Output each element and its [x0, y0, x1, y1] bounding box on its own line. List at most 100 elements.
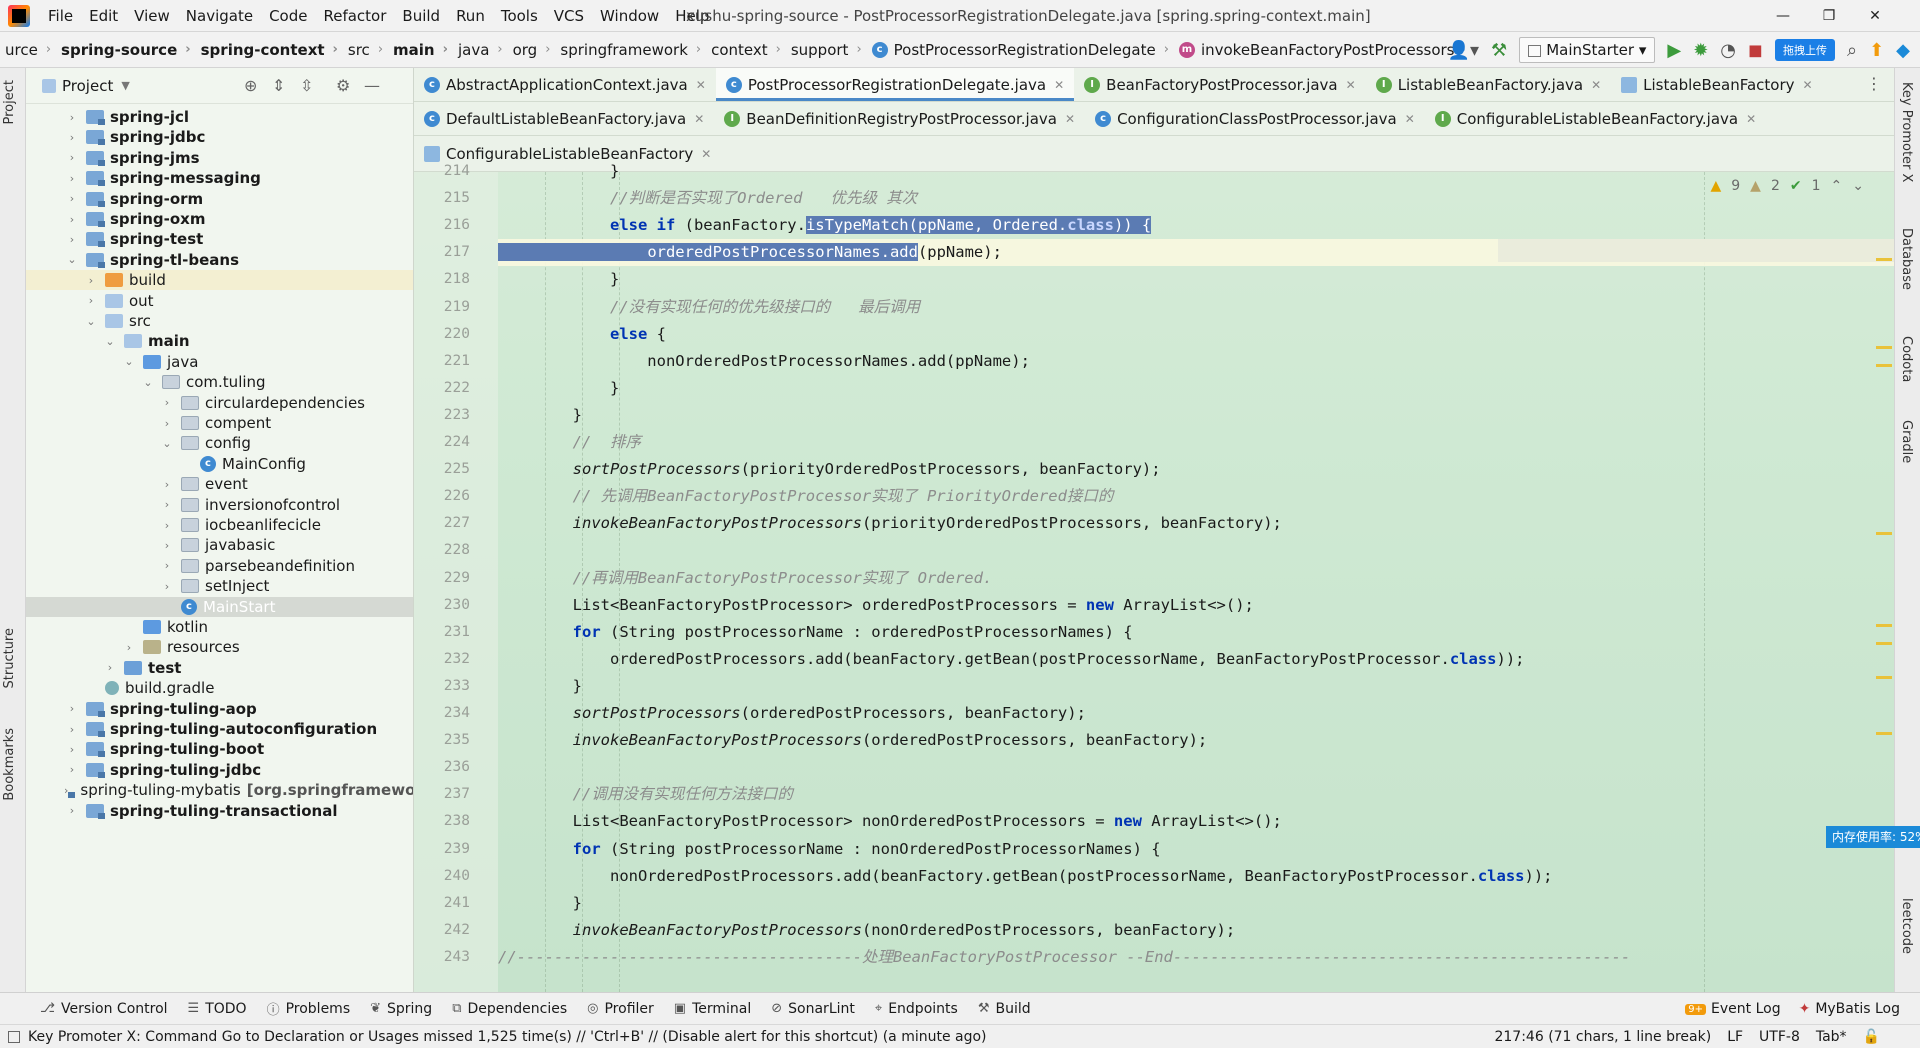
- chevron-right-icon[interactable]: ›: [159, 417, 175, 430]
- line-number[interactable]: 217: [414, 239, 470, 266]
- tree-item[interactable]: › test: [26, 658, 413, 678]
- chevron-right-icon[interactable]: ›: [64, 192, 80, 205]
- tree-item[interactable]: › javabasic: [26, 535, 413, 555]
- error-stripe-mark[interactable]: [1876, 624, 1892, 627]
- code-line[interactable]: 238 List<BeanFactoryPostProcessor> nonOr…: [444, 808, 1894, 835]
- coverage-icon[interactable]: ◔: [1720, 40, 1736, 61]
- chevron-right-icon[interactable]: ›: [159, 396, 175, 409]
- chevron-right-icon[interactable]: ›: [64, 233, 80, 246]
- hammer-build-icon[interactable]: ⚒: [1491, 40, 1507, 61]
- code-line[interactable]: 227 invokeBeanFactoryPostProcessors(prio…: [444, 510, 1894, 537]
- chevron-right-icon[interactable]: ›: [64, 763, 80, 776]
- code-line[interactable]: 242 invokeBeanFactoryPostProcessors(nonO…: [444, 917, 1894, 944]
- tree-item[interactable]: › spring-tuling-autoconfiguration: [26, 719, 413, 739]
- tree-item[interactable]: ⌄ java: [26, 352, 413, 372]
- upload-badge[interactable]: 拖拽上传: [1774, 39, 1835, 61]
- menu-edit[interactable]: Edit: [81, 0, 126, 31]
- tool-window-build[interactable]: ⚒ Build: [968, 1001, 1041, 1017]
- leetcode-tool-tab[interactable]: leetcode: [1899, 898, 1914, 954]
- caret-position[interactable]: 217:46 (71 chars, 1 line break): [1494, 1029, 1711, 1045]
- line-number[interactable]: 224: [414, 429, 470, 456]
- chevron-down-icon[interactable]: ▼: [121, 79, 129, 92]
- close-tab-icon[interactable]: ✕: [1054, 78, 1064, 92]
- close-tab-icon[interactable]: ✕: [1803, 78, 1813, 92]
- line-number[interactable]: 219: [414, 294, 470, 321]
- line-number[interactable]: 235: [414, 727, 470, 754]
- chevron-right-icon[interactable]: ›: [83, 274, 99, 287]
- tree-item[interactable]: › spring-messaging: [26, 168, 413, 188]
- breadcrumb-item[interactable]: m invokeBeanFactoryPostProcessors: [1174, 41, 1460, 59]
- editor-tab[interactable]: I ConfigurableListableBeanFactory.java ✕: [1425, 102, 1766, 135]
- editor-tab[interactable]: c PostProcessorRegistrationDelegate.java ✕: [715, 68, 1075, 101]
- code-line[interactable]: 220 else {: [444, 321, 1894, 348]
- error-stripe-mark[interactable]: [1876, 642, 1892, 645]
- code-line[interactable]: 243//-----------------------------------…: [444, 944, 1894, 971]
- close-tab-icon[interactable]: ✕: [1346, 78, 1356, 92]
- gradle-tool-tab[interactable]: Gradle: [1899, 420, 1914, 463]
- tree-item[interactable]: › spring-jdbc: [26, 127, 413, 147]
- line-number[interactable]: 218: [414, 266, 470, 293]
- code-line[interactable]: 228: [444, 537, 1894, 564]
- chevron-right-icon[interactable]: ›: [159, 580, 175, 593]
- code-line[interactable]: 218 }: [444, 266, 1894, 293]
- code-line[interactable]: 219 //没有实现任何的优先级接口的 最后调用: [444, 294, 1894, 321]
- tree-item[interactable]: › spring-jms: [26, 148, 413, 168]
- lock-icon[interactable]: 🔓: [1863, 1029, 1880, 1045]
- breadcrumb-item[interactable]: src ›: [343, 41, 388, 59]
- chevron-right-icon[interactable]: ›: [64, 131, 80, 144]
- project-tool-tab[interactable]: Project: [2, 80, 17, 124]
- breadcrumb-item[interactable]: urce ›: [0, 41, 56, 59]
- line-number[interactable]: 233: [414, 673, 470, 700]
- breadcrumb-item[interactable]: context ›: [706, 41, 786, 59]
- tree-item[interactable]: › spring-tuling-mybatis [org.springframewo: [26, 780, 413, 800]
- breadcrumb-item[interactable]: springframework ›: [555, 41, 706, 59]
- line-number[interactable]: 228: [414, 537, 470, 564]
- tree-item[interactable]: kotlin: [26, 617, 413, 637]
- line-number[interactable]: 239: [414, 836, 470, 863]
- code-line[interactable]: 240 nonOrderedPostProcessors.add(beanFac…: [444, 863, 1894, 890]
- line-number[interactable]: 241: [414, 890, 470, 917]
- line-number[interactable]: 231: [414, 619, 470, 646]
- chevron-right-icon[interactable]: ›: [102, 661, 118, 674]
- expand-all-icon[interactable]: ⇕: [272, 76, 285, 95]
- run-icon[interactable]: ▶: [1667, 40, 1681, 61]
- chevron-right-icon[interactable]: ›: [64, 743, 80, 756]
- code-line[interactable]: 234 sortPostProcessors(orderedPostProces…: [444, 700, 1894, 727]
- chevron-down-icon[interactable]: ⌄: [83, 315, 99, 328]
- code-line[interactable]: 226 // 先调用BeanFactoryPostProcessor实现了 Pr…: [444, 483, 1894, 510]
- close-icon[interactable]: ✕: [1852, 0, 1898, 31]
- close-tab-icon[interactable]: ✕: [696, 78, 706, 92]
- line-number[interactable]: 220: [414, 321, 470, 348]
- codota-tool-tab[interactable]: Codota: [1899, 336, 1914, 382]
- plugin-icon[interactable]: ◆: [1896, 40, 1910, 61]
- chevron-right-icon[interactable]: ›: [64, 151, 80, 164]
- close-tab-icon[interactable]: ✕: [1065, 112, 1075, 126]
- code-line[interactable]: 236: [444, 754, 1894, 781]
- line-number[interactable]: 232: [414, 646, 470, 673]
- menu-code[interactable]: Code: [261, 0, 315, 31]
- chevron-right-icon[interactable]: ›: [64, 723, 80, 736]
- chevron-down-icon[interactable]: ⌄: [102, 335, 118, 348]
- line-number[interactable]: 236: [414, 754, 470, 781]
- chevron-right-icon[interactable]: ›: [159, 498, 175, 511]
- key-promoter-tool-tab[interactable]: Key Promoter X: [1899, 82, 1914, 182]
- breadcrumb-item[interactable]: java ›: [453, 41, 508, 59]
- tree-item[interactable]: › spring-test: [26, 229, 413, 249]
- tool-window-spring[interactable]: ❦ Spring: [360, 1001, 442, 1017]
- code-line[interactable]: 235 invokeBeanFactoryPostProcessors(orde…: [444, 727, 1894, 754]
- tree-item[interactable]: › setInject: [26, 576, 413, 596]
- status-toggle-icon[interactable]: [8, 1030, 20, 1043]
- breadcrumb-item[interactable]: support ›: [786, 41, 867, 59]
- tree-item[interactable]: › iocbeanlifecicle: [26, 515, 413, 535]
- menu-file[interactable]: File: [40, 0, 81, 31]
- previous-highlight-icon[interactable]: ⌃: [1831, 178, 1843, 194]
- editor-tab[interactable]: c DefaultListableBeanFactory.java ✕: [414, 102, 714, 135]
- chevron-right-icon[interactable]: ›: [159, 478, 175, 491]
- line-number[interactable]: 238: [414, 808, 470, 835]
- tree-item[interactable]: › parsebeandefinition: [26, 556, 413, 576]
- code-line[interactable]: 215 //判断是否实现了Ordered 优先级 其次: [444, 185, 1894, 212]
- menu-tools[interactable]: Tools: [493, 0, 546, 31]
- close-tab-icon[interactable]: ✕: [1746, 112, 1756, 126]
- code-line[interactable]: 239 for (String postProcessorName : nonO…: [444, 836, 1894, 863]
- editor-tab[interactable]: c AbstractApplicationContext.java ✕: [414, 68, 716, 101]
